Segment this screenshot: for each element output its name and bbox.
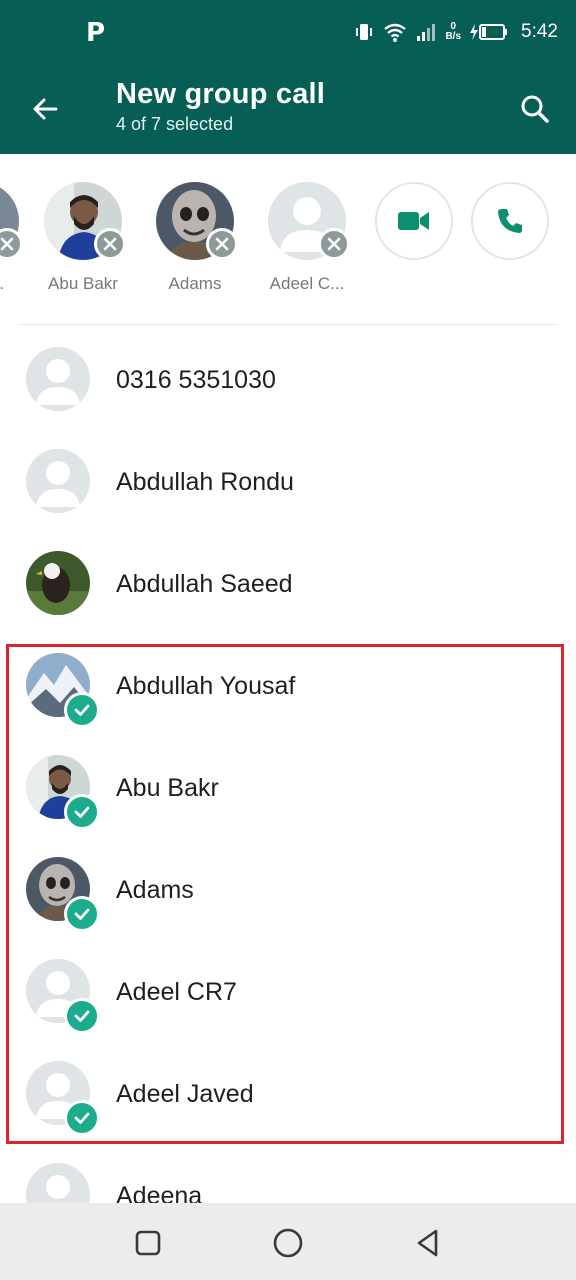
contact-name: 0316 5351030 xyxy=(116,366,276,394)
contact-row[interactable]: 0316 5351030 xyxy=(0,328,576,430)
contact-name: Adeel CR7 xyxy=(116,978,237,1006)
contact-row[interactable]: Abdullah Rondu xyxy=(0,430,576,532)
default-avatar-icon xyxy=(26,347,90,411)
status-bar: P 0 B/s 5:42 xyxy=(0,0,576,64)
contact-row[interactable]: Adeel Javed xyxy=(0,1042,576,1144)
voice-call-icon xyxy=(498,209,522,233)
app-bar: New group call 4 of 7 selected xyxy=(0,64,576,154)
contact-row[interactable]: Adeena xyxy=(0,1144,576,1203)
check-icon xyxy=(64,692,100,728)
recents-icon xyxy=(135,1230,161,1256)
back-triangle-icon xyxy=(417,1229,438,1257)
remove-icon[interactable] xyxy=(0,228,23,260)
selected-chip-label: ... xyxy=(0,274,30,294)
check-icon xyxy=(64,896,100,932)
clock: 5:42 xyxy=(521,21,558,42)
contact-name: Adeena xyxy=(116,1182,203,1203)
navigation-bar xyxy=(0,1203,576,1280)
selected-participants: ... Abu Bakr xyxy=(0,154,576,324)
selection-count: 4 of 7 selected xyxy=(116,114,234,134)
title-block: New group call 4 of 7 selected xyxy=(116,78,325,135)
search-button[interactable] xyxy=(512,86,558,132)
net-speed-unit: B/s xyxy=(445,31,462,42)
contact-name: Abdullah Saeed xyxy=(116,570,293,598)
default-avatar-icon xyxy=(26,1163,90,1203)
search-icon xyxy=(521,95,549,123)
contact-row[interactable]: Adams xyxy=(0,838,576,940)
contact-name: Abdullah Rondu xyxy=(116,468,294,496)
contact-list: 0316 5351030 Abdullah Rondu Abdullah Sae… xyxy=(0,325,576,1203)
contact-name: Abdullah Yousaf xyxy=(116,672,296,700)
contact-row[interactable]: Adeel CR7 xyxy=(0,940,576,1042)
net-speed: 0 B/s xyxy=(445,22,461,42)
selected-chip-label: Abu Bakr xyxy=(48,274,118,293)
contact-row[interactable]: Abdullah Saeed xyxy=(0,532,576,634)
contact-row[interactable]: Abdullah Yousaf xyxy=(0,634,576,736)
selected-chip-label: Adeel C... xyxy=(269,274,345,293)
check-icon xyxy=(64,1100,100,1136)
contact-name: Adeel Javed xyxy=(116,1080,254,1108)
voice-call-button[interactable] xyxy=(471,182,549,260)
avatar xyxy=(26,551,90,615)
recents-button[interactable] xyxy=(128,1223,168,1263)
remove-icon[interactable] xyxy=(94,228,126,260)
wifi-icon xyxy=(384,23,407,42)
contact-row[interactable]: Abu Bakr xyxy=(0,736,576,838)
selected-chip-partial[interactable]: ... xyxy=(0,182,30,294)
back-arrow-icon xyxy=(33,98,58,120)
video-call-icon xyxy=(398,212,429,230)
battery-charging-icon xyxy=(470,24,508,40)
notification-icon: P xyxy=(86,18,106,48)
home-icon xyxy=(273,1228,303,1258)
remove-icon[interactable] xyxy=(206,228,238,260)
contact-name: Abu Bakr xyxy=(116,774,219,802)
selected-chip[interactable]: Adeel C... xyxy=(257,182,357,294)
selected-chip-label: Adams xyxy=(168,274,222,293)
vibrate-icon xyxy=(356,24,373,40)
video-call-button[interactable] xyxy=(375,182,453,260)
page-title: New group call xyxy=(116,78,326,110)
signal-icon xyxy=(417,24,436,41)
check-icon xyxy=(64,794,100,830)
status-icons: 0 B/s 5:42 xyxy=(353,16,558,48)
contact-name: Adams xyxy=(116,876,194,904)
selected-chip[interactable]: Adams xyxy=(145,182,245,294)
default-avatar-icon xyxy=(26,449,90,513)
remove-icon[interactable] xyxy=(318,228,350,260)
back-nav-button[interactable] xyxy=(408,1223,448,1263)
back-button[interactable] xyxy=(22,86,68,132)
home-button[interactable] xyxy=(268,1223,308,1263)
selected-chip[interactable]: Abu Bakr xyxy=(33,182,133,294)
check-icon xyxy=(64,998,100,1034)
